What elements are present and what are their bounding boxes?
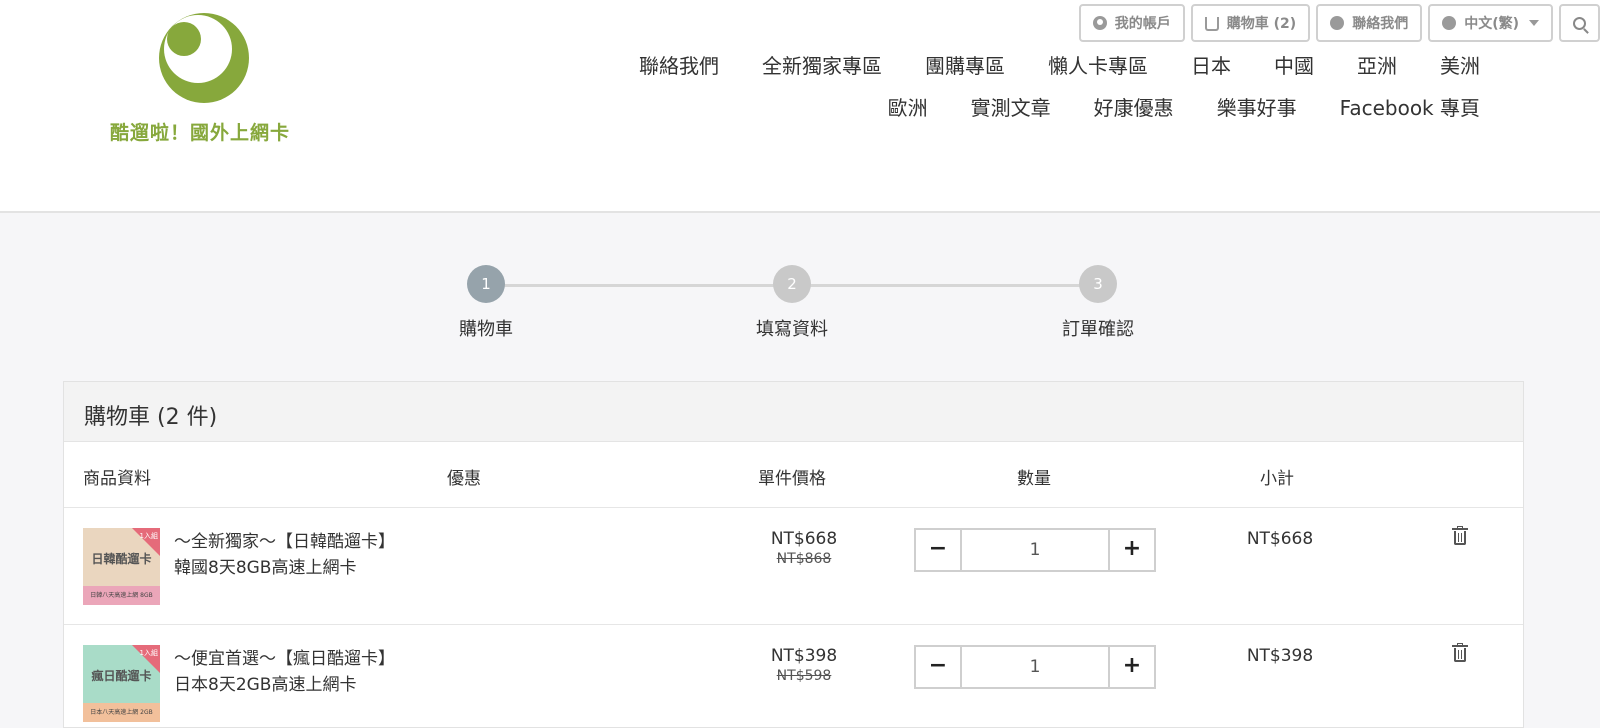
column-product: 商品資料 bbox=[83, 469, 151, 489]
nav-item-japan[interactable]: 日本 bbox=[1191, 50, 1231, 79]
sale-price: NT$398 bbox=[770, 646, 838, 666]
cart-item-row: 日韓八天高速上網 8GB 日韓酷遛卡 1入組 ～全新獨家～【日韓酷遛卡】 韓國8… bbox=[64, 508, 1523, 625]
unit-price: NT$398 NT$598 bbox=[754, 646, 854, 684]
item-subtotal: NT$398 bbox=[1246, 646, 1314, 666]
column-quantity: 數量 bbox=[1017, 469, 1051, 489]
thumb-badge: 1入組 bbox=[139, 532, 158, 540]
nav-item-china[interactable]: 中國 bbox=[1274, 50, 1314, 79]
product-thumbnail[interactable]: 日韓八天高速上網 8GB 日韓酷遛卡 1入組 bbox=[83, 528, 160, 605]
main-nav-row-2: 歐洲 實測文章 好康優惠 樂事好事 Facebook 專頁 bbox=[480, 92, 1480, 121]
product-name-line-1: ～便宜首選～【瘋日酷遛卡】 bbox=[174, 649, 395, 669]
quantity-stepper: − 1 + bbox=[914, 528, 1156, 572]
cart-panel: 購物車 (2 件) 商品資料 優惠 單件價格 數量 小計 日韓八天高速上網 8G… bbox=[63, 381, 1524, 728]
top-toolbar: 我的帳戶 購物車 (2) 聯絡我們 中文(繁) bbox=[1078, 4, 1600, 42]
step-number: 3 bbox=[1079, 265, 1117, 303]
step-number: 1 bbox=[467, 265, 505, 303]
product-name[interactable]: ～便宜首選～【瘋日酷遛卡】 日本8天2GB高速上網卡 bbox=[174, 646, 395, 698]
trash-icon[interactable] bbox=[1452, 643, 1468, 663]
cart-icon bbox=[1204, 17, 1219, 31]
nav-item-group-buy[interactable]: 團購專區 bbox=[925, 50, 1005, 79]
step-label: 填寫資料 bbox=[756, 319, 828, 340]
column-unit-price: 單件價格 bbox=[758, 469, 826, 489]
nav-item-asia[interactable]: 亞洲 bbox=[1357, 50, 1397, 79]
search-button[interactable] bbox=[1559, 4, 1600, 42]
search-icon bbox=[1573, 16, 1586, 30]
nav-item-contact[interactable]: 聯絡我們 bbox=[639, 50, 719, 79]
thumb-badge: 1入組 bbox=[139, 649, 158, 657]
main-nav-row-1: 聯絡我們 全新獨家專區 團購專區 懶人卡專區 日本 中國 亞洲 美洲 bbox=[480, 50, 1480, 79]
trash-icon[interactable] bbox=[1452, 526, 1468, 546]
step-cart: 1 購物車 bbox=[426, 265, 546, 341]
globe-icon bbox=[1442, 16, 1457, 30]
step-fill-info: 2 填寫資料 bbox=[732, 265, 852, 341]
original-price: NT$868 bbox=[776, 551, 832, 567]
step-label: 訂單確認 bbox=[1062, 319, 1134, 340]
my-account-label: 我的帳戶 bbox=[1114, 16, 1171, 32]
quantity-stepper: − 1 + bbox=[914, 645, 1156, 689]
decrease-quantity-button[interactable]: − bbox=[914, 528, 962, 572]
sale-price: NT$668 bbox=[770, 529, 838, 549]
cart-item-row: 日本八天高速上網 2GB 瘋日酷遛卡 1入組 ～便宜首選～【瘋日酷遛卡】 日本8… bbox=[64, 625, 1523, 727]
my-account-button[interactable]: 我的帳戶 bbox=[1078, 4, 1185, 42]
language-select[interactable]: 中文(繁) bbox=[1428, 4, 1553, 42]
language-label: 中文(繁) bbox=[1464, 16, 1519, 32]
site-header: 酷遛啦！國外上網卡 我的帳戶 購物車 (2) 聯絡我們 中文(繁) 聯絡我們 全… bbox=[0, 0, 1600, 213]
logo-text: 酷遛啦！國外上網卡 bbox=[110, 122, 291, 144]
caret-down-icon bbox=[1529, 20, 1539, 26]
product-name[interactable]: ～全新獨家～【日韓酷遛卡】 韓國8天8GB高速上網卡 bbox=[174, 529, 395, 581]
step-label: 購物車 bbox=[459, 319, 513, 340]
nav-item-americas[interactable]: 美洲 bbox=[1440, 50, 1480, 79]
nav-item-europe[interactable]: 歐洲 bbox=[888, 92, 928, 121]
column-subtotal: 小計 bbox=[1260, 469, 1294, 489]
decrease-quantity-button[interactable]: − bbox=[914, 645, 962, 689]
user-icon bbox=[1092, 16, 1107, 30]
unit-price: NT$668 NT$868 bbox=[754, 529, 854, 567]
cart-label: 購物車 (2) bbox=[1226, 16, 1297, 32]
nav-item-reviews[interactable]: 實測文章 bbox=[971, 92, 1051, 121]
step-number: 2 bbox=[773, 265, 811, 303]
product-name-line-1: ～全新獨家～【日韓酷遛卡】 bbox=[174, 532, 395, 552]
product-name-line-2: 日本8天2GB高速上網卡 bbox=[174, 675, 357, 695]
site-logo[interactable]: 酷遛啦！國外上網卡 bbox=[100, 10, 310, 150]
contact-button[interactable]: 聯絡我們 bbox=[1316, 4, 1423, 42]
thumb-caption: 日韓八天高速上網 8GB bbox=[83, 586, 160, 605]
nav-item-happy-things[interactable]: 樂事好事 bbox=[1217, 92, 1297, 121]
nav-item-deals[interactable]: 好康優惠 bbox=[1094, 92, 1174, 121]
nav-item-exclusive[interactable]: 全新獨家專區 bbox=[762, 50, 882, 79]
product-thumbnail[interactable]: 日本八天高速上網 2GB 瘋日酷遛卡 1入組 bbox=[83, 645, 160, 722]
thumb-caption: 日本八天高速上網 2GB bbox=[83, 703, 160, 722]
cart-button[interactable]: 購物車 (2) bbox=[1190, 4, 1311, 42]
contact-label: 聯絡我們 bbox=[1352, 16, 1409, 32]
increase-quantity-button[interactable]: + bbox=[1108, 645, 1156, 689]
original-price: NT$598 bbox=[776, 668, 832, 684]
step-confirm: 3 訂單確認 bbox=[1038, 265, 1158, 341]
quantity-input[interactable]: 1 bbox=[962, 645, 1108, 689]
increase-quantity-button[interactable]: + bbox=[1108, 528, 1156, 572]
nav-item-facebook[interactable]: Facebook 專頁 bbox=[1340, 92, 1480, 121]
cart-title: 購物車 (2 件) bbox=[64, 382, 1523, 442]
product-name-line-2: 韓國8天8GB高速上網卡 bbox=[174, 558, 357, 578]
quantity-input[interactable]: 1 bbox=[962, 528, 1108, 572]
checkout-steps: 1 購物車 2 填寫資料 3 訂單確認 bbox=[0, 262, 1600, 352]
nav-item-lazy-card[interactable]: 懶人卡專區 bbox=[1048, 50, 1148, 79]
item-subtotal: NT$668 bbox=[1246, 529, 1314, 549]
chat-icon bbox=[1330, 16, 1345, 30]
column-discount: 優惠 bbox=[447, 469, 481, 489]
cart-table-header: 商品資料 優惠 單件價格 數量 小計 bbox=[64, 442, 1523, 508]
